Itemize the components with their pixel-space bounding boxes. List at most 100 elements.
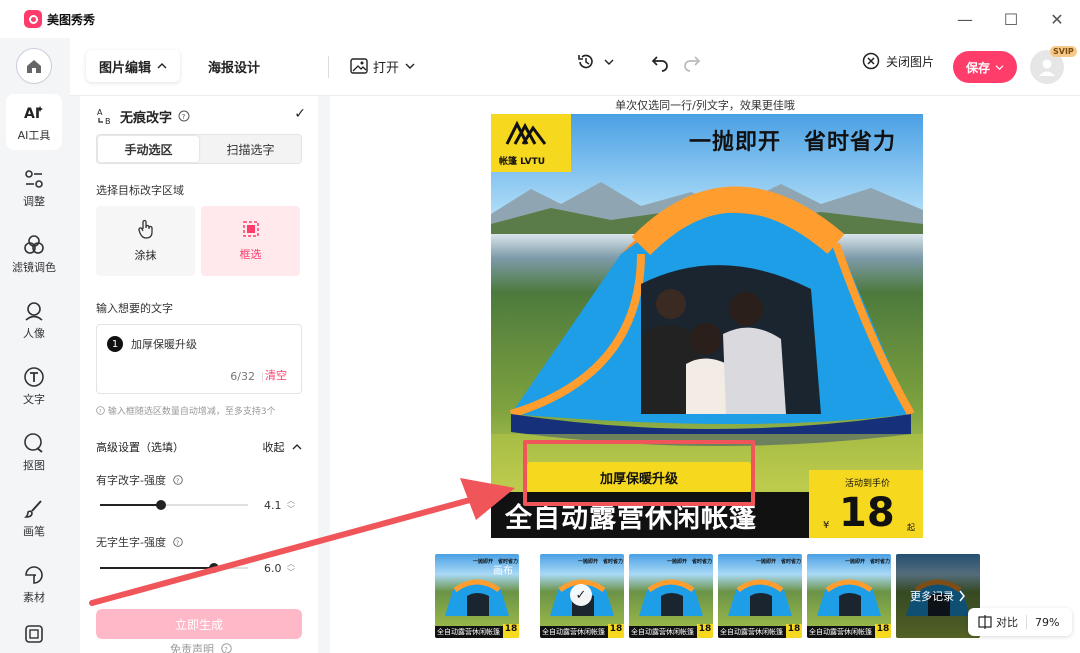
home-icon (27, 60, 41, 73)
price-currency: ¥ (823, 520, 830, 531)
rail-item-frame[interactable] (6, 616, 62, 652)
cutout-icon (23, 432, 45, 454)
smear-tool-button[interactable]: 涂抹 (96, 206, 195, 276)
close-window-button[interactable]: ✕ (1034, 0, 1080, 38)
save-button[interactable]: 保存 (953, 51, 1017, 83)
left-rail: AI AI工具 调整 滤镜调色 人像 文字 抠图 画笔 素材 (0, 38, 70, 653)
history-button[interactable] (576, 52, 614, 72)
brand-logo: 帐篷 LVTU (491, 114, 571, 172)
char-count: 6/32 (230, 370, 255, 383)
thumbnail-band: 全自动露营休闲帐篷 (718, 626, 786, 638)
compare-icon (978, 615, 992, 629)
history-thumbnail[interactable]: 一抛即开 省时省力 全自动露营休闲帐篷 18 ✓ (540, 554, 624, 638)
top-toolbar: 图片编辑 海报设计 打开 关闭图片 保存 SVIP (70, 38, 1080, 96)
entry-text-input[interactable]: 加厚保暖升级 (131, 336, 197, 352)
redo-button[interactable] (682, 54, 702, 75)
rail-label: AI工具 (17, 128, 51, 142)
avatar[interactable]: SVIP (1030, 46, 1077, 84)
toolbar-divider (328, 56, 329, 78)
panel-header: AB 无痕改字 ? ✓ (96, 102, 306, 130)
generate-strength-slider[interactable] (100, 563, 248, 573)
rail-label: 抠图 (23, 458, 45, 472)
smear-label: 涂抹 (134, 249, 157, 262)
user-icon (1039, 59, 1055, 76)
hand-pointer-icon (137, 219, 153, 239)
thumbnail-band: 全自动露营休闲帐篷 (540, 626, 608, 638)
advanced-settings-row: 高级设置（选填） 收起 (96, 439, 302, 455)
history-thumbnail[interactable]: 一抛即开 省时省力 全自动露营休闲帐篷 18 (807, 554, 891, 638)
generate-button[interactable]: 立即生成 (96, 609, 302, 639)
compare-button[interactable]: 对比 (996, 614, 1018, 630)
zoom-level[interactable]: 79% (1035, 616, 1059, 629)
help-icon[interactable]: ? (173, 537, 184, 547)
frame-select-label: 框选 (239, 248, 262, 261)
history-thumbnail[interactable]: 一抛即开 省时省力 全自动露营休闲帐篷 18 (718, 554, 802, 638)
frame-select-tool-button[interactable]: 框选 (201, 206, 300, 276)
price-label: 活动到手价 (845, 479, 891, 489)
chevron-up-icon (157, 63, 167, 69)
close-image-button[interactable]: 关闭图片 (862, 52, 934, 70)
close-image-label: 关闭图片 (886, 54, 935, 69)
rail-item-cutout[interactable]: 抠图 (6, 424, 62, 480)
disclaimer-text: 免责声明 (170, 643, 214, 653)
maximize-button[interactable]: ☐ (988, 0, 1034, 38)
open-button[interactable]: 打开 (350, 50, 415, 82)
ai-tools-icon: AI (23, 102, 45, 124)
collapse-button[interactable]: 收起 (263, 439, 303, 455)
chevron-right-icon (959, 590, 965, 602)
image-icon (350, 58, 368, 74)
undo-button[interactable] (650, 54, 670, 75)
rail-label: 调整 (23, 194, 45, 208)
history-thumbnail[interactable]: 一抛即开 省时省力 全自动露营休闲帐篷 18 (629, 554, 713, 638)
slider-knob[interactable] (208, 563, 219, 573)
filter-icon (23, 234, 45, 256)
frame-icon (23, 623, 45, 645)
slider-label-text: 有字改字-强度 (96, 474, 166, 487)
help-icon[interactable]: ? (173, 475, 184, 485)
rail-item-adjust[interactable]: 调整 (6, 160, 62, 216)
more-records-label: 更多记录 (910, 590, 954, 603)
rail-item-portrait[interactable]: 人像 (6, 292, 62, 348)
clear-button[interactable]: 清空 (265, 367, 287, 383)
confirm-check-icon[interactable]: ✓ (294, 106, 306, 122)
rail-item-ai-tools[interactable]: AI AI工具 (6, 94, 62, 150)
compare-divider (1026, 615, 1027, 629)
help-icon[interactable]: ? (178, 110, 190, 122)
tab-manual-select[interactable]: 手动选区 (98, 136, 199, 162)
rail-item-brush[interactable]: 画笔 (6, 490, 62, 546)
tab-image-edit[interactable]: 图片编辑 (86, 50, 180, 82)
rail-item-text[interactable]: 文字 (6, 358, 62, 414)
input-text-label: 输入想要的文字 (96, 302, 173, 315)
generate-strength-stepper[interactable]: ︿ ﹀ (287, 559, 295, 577)
rail-label: 素材 (23, 590, 45, 604)
text-entry-box[interactable]: 1 加厚保暖升级 6/32 清空 (96, 324, 302, 394)
history-thumbnail[interactable]: 一抛即开 省时省力 画布 全自动露营休闲帐篷 18 (435, 554, 519, 638)
thumbnail-headline: 一抛即开 省时省力 (578, 559, 624, 565)
canvas-area: 单次仅选同一行/列文字，效果更佳哦 帐篷 LVTU 一抛即开 省时省力 加厚保暖… (330, 96, 1080, 653)
price-suffix: 起 (907, 523, 915, 532)
thumbnail-tent (445, 579, 509, 616)
disclaimer-link[interactable]: 免责声明 ? (170, 641, 232, 653)
home-button[interactable] (16, 48, 52, 84)
frame-select-icon (242, 221, 259, 237)
rail-item-material[interactable]: 素材 (6, 556, 62, 612)
tab-scan-select[interactable]: 扫描选字 (200, 135, 301, 163)
redo-icon (684, 56, 701, 72)
rewrite-strength-slider[interactable] (100, 500, 248, 510)
rewrite-strength-value[interactable]: 4.1 (264, 499, 282, 512)
select-area-label: 选择目标改字区域 (96, 184, 184, 197)
generate-strength-value[interactable]: 6.0 (264, 562, 282, 575)
thumbnail-price: 18 (608, 624, 624, 638)
rail-label: 画笔 (23, 524, 45, 538)
title-bar: 美图秀秀 — ☐ ✕ (0, 0, 1080, 38)
rewrite-strength-stepper[interactable]: ︿ ﹀ (287, 496, 295, 514)
window-controls: — ☐ ✕ (942, 0, 1080, 38)
slider-label-text: 无字生字-强度 (96, 536, 166, 549)
advanced-settings-label: 高级设置（选填） (96, 441, 184, 454)
rail-item-filter[interactable]: 滤镜调色 (6, 226, 62, 282)
history-icon (578, 54, 593, 69)
tab-poster-design[interactable]: 海报设计 (208, 50, 260, 82)
minimize-button[interactable]: — (942, 0, 988, 38)
slider-knob[interactable] (155, 500, 166, 510)
text-replace-icon: AB (97, 108, 111, 125)
